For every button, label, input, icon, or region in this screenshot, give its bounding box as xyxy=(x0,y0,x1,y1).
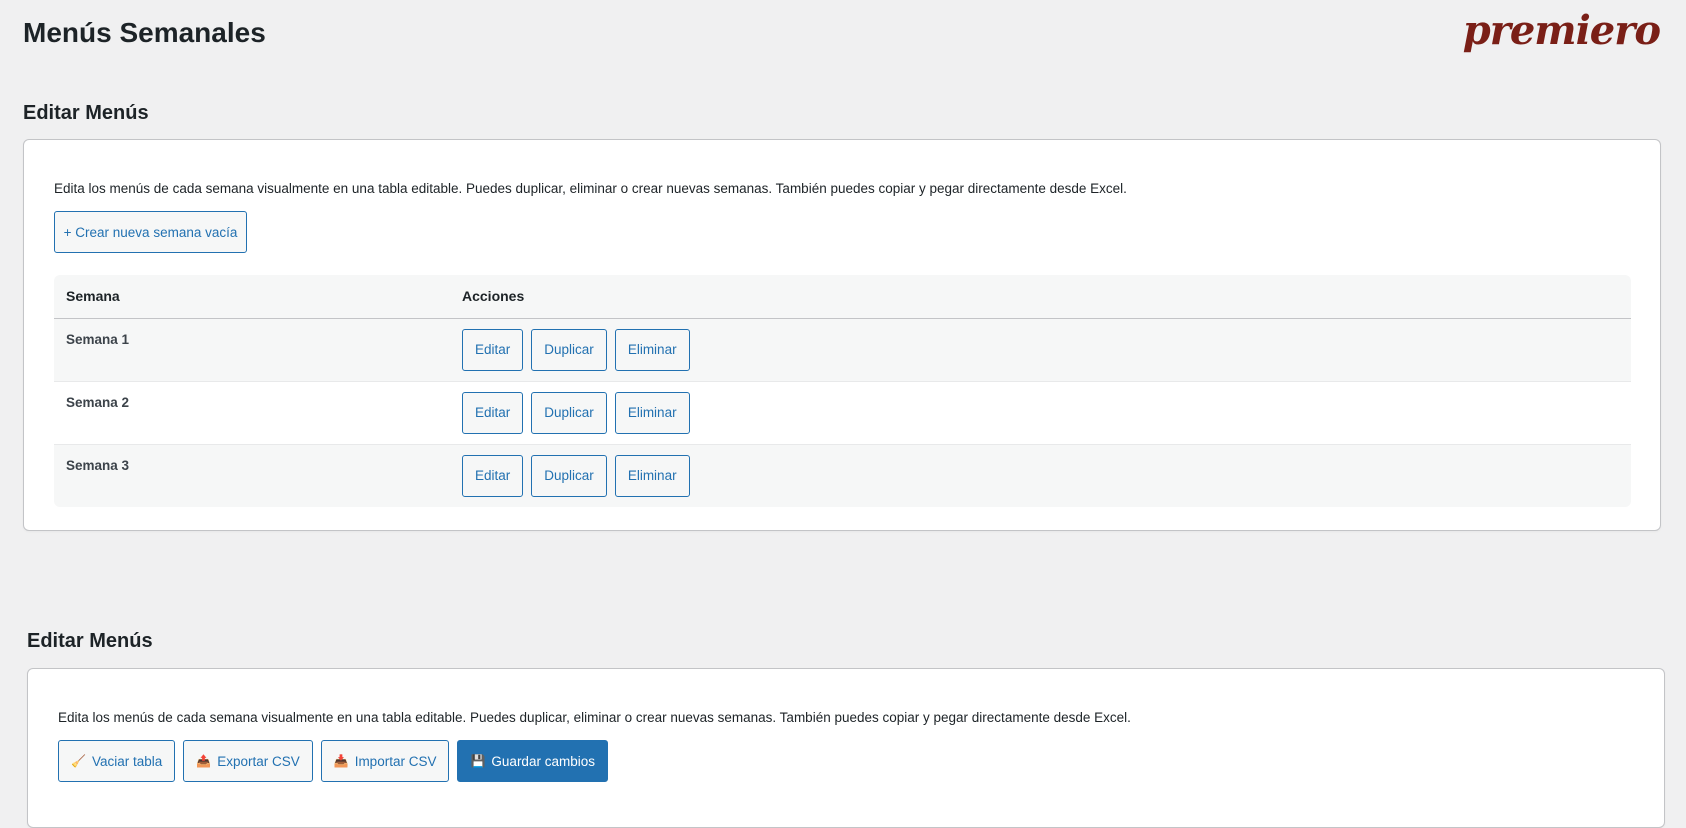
edit-button[interactable]: Editar xyxy=(462,391,524,434)
page-header: Menús Semanales premiero xyxy=(0,0,1686,70)
import-csv-button[interactable]: 📥 Importar CSV xyxy=(320,740,450,782)
row-actions: Editar Duplicar Eliminar xyxy=(462,319,1619,371)
export-icon: 📤 xyxy=(196,754,212,768)
table-row: Semana 3 Editar Duplicar Eliminar xyxy=(54,444,1631,507)
delete-button[interactable]: Eliminar xyxy=(614,328,690,371)
table-row: Semana 2 Editar Duplicar Eliminar xyxy=(54,381,1631,445)
editor-card: Edita los menús de cada semana visualmen… xyxy=(27,668,1665,828)
week-name: Semana 1 xyxy=(66,331,130,347)
button-label: Guardar cambios xyxy=(491,753,595,769)
button-label: Vaciar tabla xyxy=(91,753,163,769)
section-description: Edita los menús de cada semana visualmen… xyxy=(58,710,1131,725)
week-name: Semana 2 xyxy=(66,394,130,410)
save-icon: 💾 xyxy=(470,754,486,768)
export-csv-button[interactable]: 📤 Exportar CSV xyxy=(183,740,313,782)
import-icon: 📥 xyxy=(333,754,349,768)
broom-icon: 🧹 xyxy=(71,754,86,768)
button-label: Importar CSV xyxy=(354,753,437,769)
edit-button[interactable]: Editar xyxy=(462,454,524,497)
button-label: Exportar CSV xyxy=(217,753,300,769)
brand-logo: premiero xyxy=(1462,7,1661,54)
editor-toolbar: 🧹 Vaciar tabla 📤 Exportar CSV 📥 Importar… xyxy=(58,740,608,782)
edit-button[interactable]: Editar xyxy=(462,328,524,371)
create-week-button[interactable]: + Crear nueva semana vacía xyxy=(54,211,247,253)
save-changes-button[interactable]: 💾 Guardar cambios xyxy=(457,740,608,782)
page-title: Menús Semanales xyxy=(23,17,266,48)
duplicate-button[interactable]: Duplicar xyxy=(531,391,607,434)
section-title: Editar Menús xyxy=(27,630,153,652)
row-actions: Editar Duplicar Eliminar xyxy=(462,445,1619,497)
duplicate-button[interactable]: Duplicar xyxy=(531,454,607,497)
delete-button[interactable]: Eliminar xyxy=(614,454,690,497)
week-name: Semana 3 xyxy=(66,457,130,473)
edit-menus-card: Edita los menús de cada semana visualmen… xyxy=(23,139,1661,531)
column-header-week: Semana xyxy=(54,275,450,319)
section-description: Edita los menús de cada semana visualmen… xyxy=(54,181,1127,196)
table-header-row: Semana Acciones xyxy=(54,275,1631,319)
column-header-actions: Acciones xyxy=(450,275,1631,319)
weeks-table: Semana Acciones Semana 1 Editar Duplicar… xyxy=(54,275,1631,507)
row-actions: Editar Duplicar Eliminar xyxy=(462,382,1619,434)
duplicate-button[interactable]: Duplicar xyxy=(531,328,607,371)
clear-table-button[interactable]: 🧹 Vaciar tabla xyxy=(58,740,176,782)
table-row: Semana 1 Editar Duplicar Eliminar xyxy=(54,318,1631,382)
delete-button[interactable]: Eliminar xyxy=(614,391,690,434)
section-title: Editar Menús xyxy=(23,102,149,124)
